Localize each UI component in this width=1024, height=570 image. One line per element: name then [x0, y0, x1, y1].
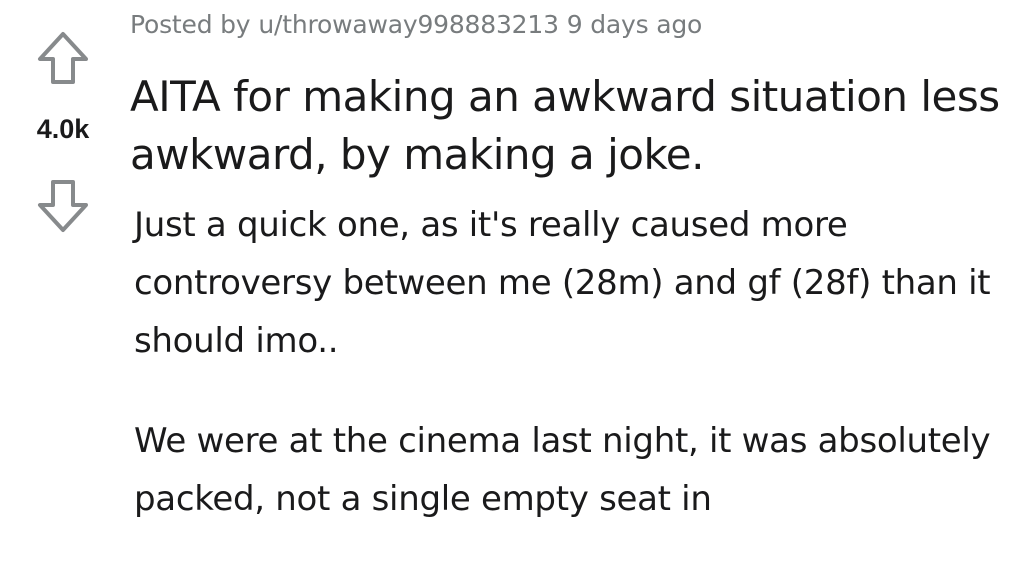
- vote-score: 4.0k: [36, 114, 90, 144]
- post-meta: Posted by u/throwaway998883213 9 days ago: [130, 10, 702, 39]
- post-body: Just a quick one, as it's really caused …: [134, 196, 1014, 570]
- post-paragraph: Just a quick one, as it's really caused …: [134, 205, 991, 361]
- upvote-button[interactable]: [34, 29, 92, 87]
- downvote-button[interactable]: [34, 177, 92, 235]
- post-paragraph: We were at the cinema last night, it was…: [134, 421, 991, 519]
- upvote-arrow-icon: [38, 32, 88, 84]
- author-link[interactable]: u/throwaway998883213: [258, 10, 559, 39]
- post-time: 9 days ago: [566, 10, 703, 39]
- posted-by-label: Posted by: [130, 10, 251, 39]
- downvote-arrow-icon: [38, 180, 88, 232]
- post-title[interactable]: AITA for making an awkward situation les…: [130, 68, 1010, 184]
- vote-column: 4.0k: [0, 0, 126, 535]
